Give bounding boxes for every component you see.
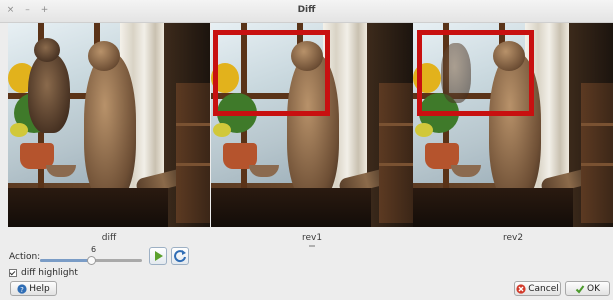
diff-highlight-label: diff highlight: [21, 268, 78, 278]
rev1-image-panel: [211, 23, 413, 227]
panel-caption-rev1: rev1: [301, 233, 323, 243]
refresh-button[interactable]: [171, 247, 189, 265]
cancel-button-label: Cancel: [528, 283, 559, 294]
help-button-label: Help: [29, 283, 50, 294]
difference-highlight-box: [417, 30, 534, 116]
slider-thumb[interactable]: [86, 256, 96, 265]
play-button[interactable]: [149, 247, 167, 265]
panel-caption-diff: diff: [101, 233, 117, 243]
diff-highlight-checkbox[interactable]: [9, 269, 17, 277]
ok-button-label: OK: [587, 283, 600, 294]
action-slider-value: 6: [91, 245, 97, 254]
panel-caption-rev2: rev2: [502, 233, 524, 243]
title-bar: × – + Diff: [0, 0, 613, 23]
diff-image-panel: [8, 23, 210, 227]
slider-fill: [40, 259, 91, 262]
play-icon: [155, 251, 163, 261]
rev2-image-panel: [413, 23, 613, 227]
help-button[interactable]: ? Help: [10, 281, 57, 296]
svg-text:?: ?: [20, 286, 24, 294]
difference-highlight-box: [213, 30, 330, 116]
action-label: Action:: [9, 252, 41, 262]
help-icon: ?: [17, 283, 27, 294]
checkmark-icon: [575, 284, 585, 294]
window-title: Diff: [297, 5, 316, 15]
refresh-icon: [174, 250, 186, 263]
ok-button[interactable]: OK: [565, 281, 610, 296]
cancel-icon: [516, 283, 526, 294]
cat-photo: [8, 23, 210, 227]
cancel-button[interactable]: Cancel: [514, 281, 561, 296]
drag-handle[interactable]: [309, 245, 315, 247]
diff-highlight-option[interactable]: diff highlight: [9, 268, 78, 278]
